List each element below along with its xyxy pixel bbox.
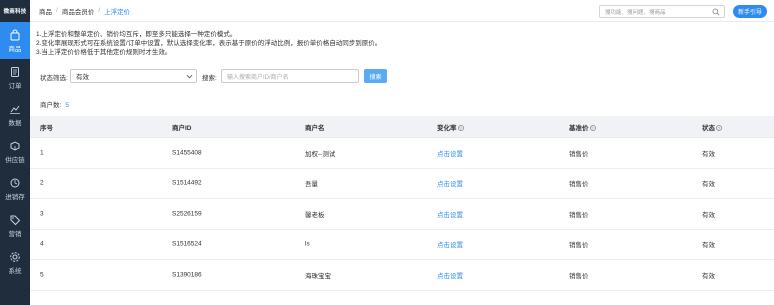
cell-id: S1516524: [172, 240, 202, 248]
status-filter-value: 有效: [76, 74, 89, 81]
sidebar-item-data[interactable]: 数据: [0, 96, 30, 133]
sidebar-item-label: 商品: [8, 45, 22, 53]
merchant-table: 序号 商户ID 商户名 变化率? 基准价? 状态? 1 S1455408 加权-…: [30, 116, 774, 291]
help-icon[interactable]: ?: [457, 124, 464, 131]
table-row: 1 S1455408 加权--测试 点击设置 销售价 有效: [30, 138, 774, 169]
cell-no: 2: [40, 179, 44, 187]
search-icon[interactable]: [712, 8, 720, 16]
cell-base: 销售价: [569, 242, 589, 250]
note-line: 3.当上浮定价价格低于其他定价规则时才生效。: [36, 49, 172, 56]
inventory-icon: [10, 178, 20, 187]
cell-name: 海珠宝宝: [305, 272, 331, 280]
order-list-icon: [11, 66, 19, 77]
sidebar-item-system[interactable]: 系统: [0, 244, 30, 281]
cell-name: 加权--测试: [305, 150, 336, 158]
notes: 1.上浮定价和整单定价、销价均互斥，即至多只能选择一种定价模式。 2.变化率展现…: [36, 30, 381, 57]
status-filter-select[interactable]: 有效: [70, 69, 197, 83]
cell-id: S1455408: [172, 149, 202, 157]
sidebar-item-label: 进销存: [5, 193, 25, 201]
gear-icon: [10, 251, 20, 262]
cell-id: S2526159: [172, 210, 202, 218]
merchant-count-label: 商户数:: [40, 102, 62, 109]
help-icon[interactable]: ?: [589, 124, 596, 131]
cell-name: ls: [305, 240, 310, 248]
topbar: 商品 / 商品会员价 / 上浮定价 搜功能、搜问题、搜商品 新手引导: [30, 0, 774, 22]
cell-id: S1514492: [172, 179, 202, 187]
cell-base: 销售价: [569, 150, 589, 158]
sidebar-item-label: 供应链: [5, 156, 25, 164]
sidebar-item-inventory[interactable]: 进销存: [0, 170, 30, 207]
breadcrumb-item-products[interactable]: 商品: [39, 6, 52, 16]
cell-status: 有效: [702, 272, 715, 280]
cell-no: 4: [40, 240, 44, 248]
shop-bag-icon: [10, 29, 20, 40]
table-row: 5 S1390186 海珠宝宝 点击设置 销售价 有效: [30, 260, 774, 291]
cell-id: S1390186: [172, 271, 202, 279]
cell-no: 3: [40, 210, 44, 218]
note-line: 2.变化率展现形式可在系统设置/订单中设置，默认选择变化率，表示基于原价的浮动比…: [36, 40, 382, 47]
col-header-status: 状态?: [702, 122, 722, 132]
set-rate-link[interactable]: 点击设置: [437, 148, 463, 158]
col-header-rate: 变化率?: [437, 122, 464, 132]
sidebar: 微商科技 商品 订单 数据 供应链 进销存 营销 系统: [0, 0, 30, 305]
logo[interactable]: 微商科技: [0, 0, 30, 22]
keyword-search-input[interactable]: 输入搜索商户ID/商户名: [221, 69, 359, 83]
keyword-label: 搜索:: [202, 75, 217, 82]
breadcrumb-item-current: 上浮定价: [104, 8, 131, 16]
main-content: 1.上浮定价和整单定价、销价均互斥，即至多只能选择一种定价模式。 2.变化率展现…: [30, 22, 774, 305]
cell-status: 有效: [702, 242, 715, 250]
cell-base: 销售价: [569, 272, 589, 280]
sidebar-item-label: 数据: [8, 119, 22, 127]
cell-status: 有效: [702, 181, 715, 189]
merchant-count-value: 5: [65, 102, 69, 109]
col-header-base: 基准价?: [569, 122, 596, 132]
col-header-status-label: 状态: [702, 124, 715, 132]
col-header-no: 序号: [40, 124, 53, 132]
breadcrumb-separator: /: [56, 7, 58, 14]
sidebar-item-label: 营销: [8, 230, 22, 238]
sidebar-item-label: 系统: [8, 267, 22, 275]
chevron-down-icon: [186, 74, 193, 79]
global-search-placeholder: 搜功能、搜问题、搜商品: [605, 9, 666, 16]
set-rate-link[interactable]: 点击设置: [437, 270, 463, 280]
breadcrumb-separator: /: [98, 7, 101, 14]
cell-no: 5: [40, 271, 44, 279]
col-header-id: 商户ID: [172, 124, 192, 132]
help-icon[interactable]: ?: [716, 124, 722, 131]
chart-line-icon: [10, 105, 20, 114]
sidebar-item-label: 订单: [8, 82, 22, 90]
cell-status: 有效: [702, 150, 715, 158]
col-header-rate-label: 变化率: [437, 124, 457, 132]
cell-no: 1: [40, 149, 44, 157]
cell-status: 有效: [702, 211, 715, 219]
supply-chain-icon: [10, 140, 20, 151]
table-header: 序号 商户ID 商户名 变化率? 基准价? 状态?: [30, 116, 774, 138]
note-line: 1.上浮定价和整单定价、销价均互斥，即至多只能选择一种定价模式。: [36, 31, 237, 38]
sidebar-item-supply-chain[interactable]: 供应链: [0, 133, 30, 170]
marketing-tag-icon: [10, 215, 21, 225]
merchant-count: 商户数: 5: [40, 99, 69, 109]
table-row: 3 S2526159 馨老板 点击设置 销售价 有效: [30, 199, 774, 230]
cell-name: 吾量: [305, 181, 318, 189]
sidebar-item-products[interactable]: 商品: [0, 22, 30, 59]
cell-base: 销售价: [569, 211, 589, 219]
guide-button[interactable]: 新手引导: [733, 5, 767, 18]
status-filter-label: 状态筛选:: [40, 75, 68, 82]
table-row: 4 S1516524 ls 点击设置 销售价 有效: [30, 230, 774, 260]
table-row: 2 S1514492 吾量 点击设置 销售价 有效: [30, 169, 774, 199]
sidebar-item-orders[interactable]: 订单: [0, 59, 30, 96]
set-rate-link[interactable]: 点击设置: [437, 209, 463, 219]
breadcrumb: 商品 / 商品会员价 / 上浮定价: [39, 6, 130, 16]
sidebar-item-marketing[interactable]: 营销: [0, 207, 30, 244]
breadcrumb-item-member-price[interactable]: 商品会员价: [62, 6, 95, 16]
cell-base: 销售价: [569, 181, 589, 189]
set-rate-link[interactable]: 点击设置: [437, 178, 463, 188]
col-header-name: 商户名: [305, 124, 325, 132]
set-rate-link[interactable]: 点击设置: [437, 239, 463, 249]
col-header-base-label: 基准价: [569, 124, 589, 132]
cell-name: 馨老板: [305, 211, 325, 219]
global-search-input[interactable]: 搜功能、搜问题、搜商品: [599, 5, 725, 18]
search-button[interactable]: 搜索: [364, 69, 387, 83]
